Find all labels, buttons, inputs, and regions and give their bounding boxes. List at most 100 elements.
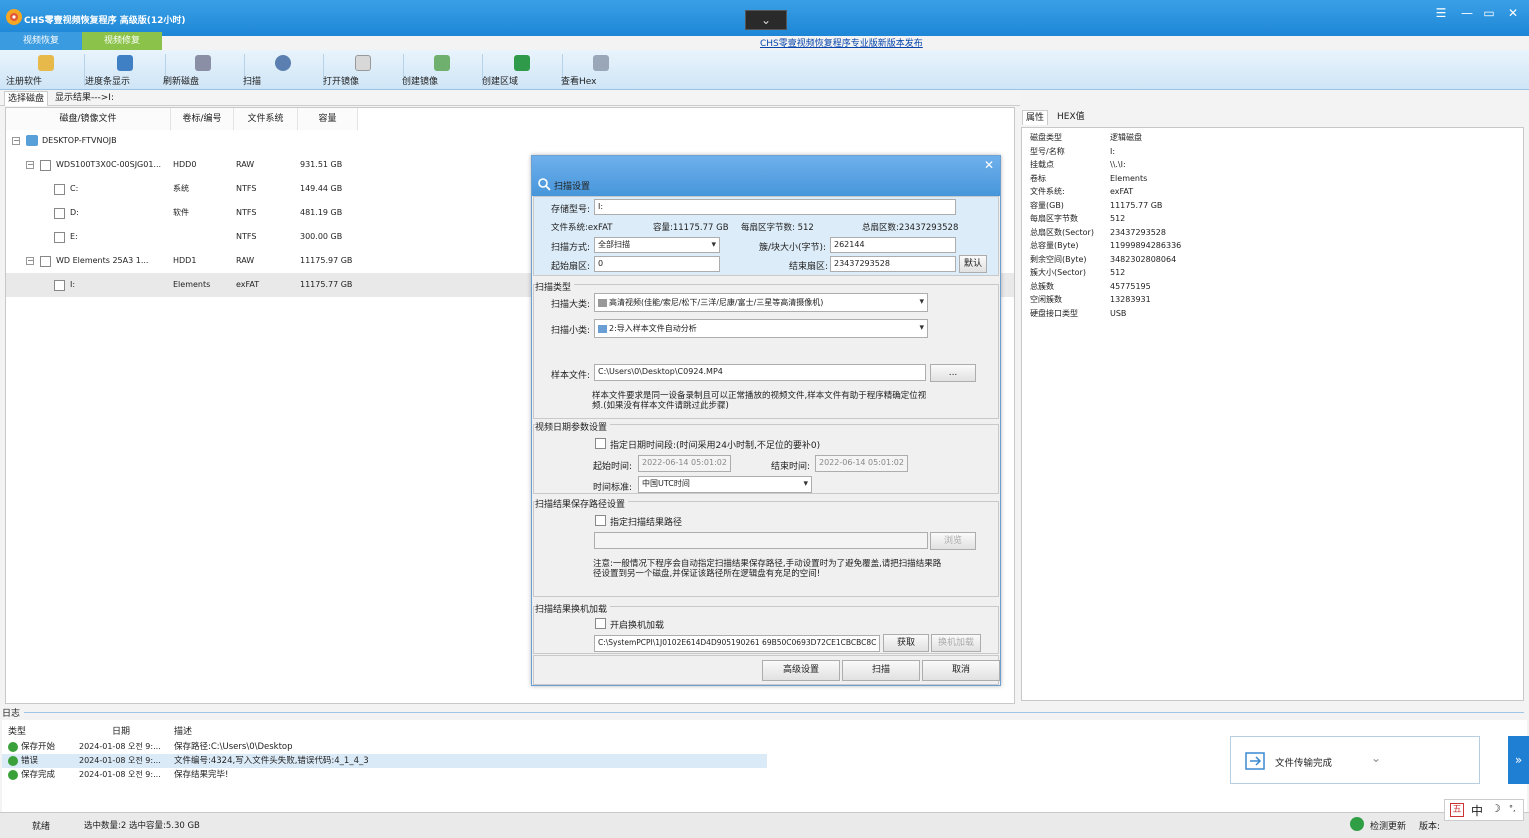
col-header-label[interactable]: 卷标/编号 <box>171 108 234 130</box>
property-value: 11175.77 GB <box>1110 200 1163 210</box>
disk-refresh-icon <box>195 55 211 71</box>
log-col-desc[interactable]: 描述 <box>174 724 192 737</box>
scan-type-section: 扫描类型 扫描大类: 高清视频(佳能/索尼/松下/三洋/尼康/富士/三星等高清摄… <box>533 280 999 419</box>
property-row: 每扇区字节数 512 <box>1028 212 1518 226</box>
key-icon <box>38 55 54 71</box>
row-checkbox[interactable] <box>40 256 51 267</box>
result-path-note: 注意:一般情况下程序会自动指定扫描结果保存路径,手动设置时为了避免覆盖,请把扫描… <box>593 559 942 579</box>
punctuation-icon[interactable]: °, <box>1509 804 1516 813</box>
advanced-settings-button[interactable]: 高级设置 <box>762 660 840 681</box>
default-button[interactable]: 默认 <box>959 255 987 273</box>
result-path-header: 扫描结果保存路径设置 <box>535 497 629 510</box>
col-header-size[interactable]: 容量 <box>298 108 358 130</box>
scan-mode-select[interactable]: 全部扫描 <box>594 237 720 253</box>
row-checkbox[interactable] <box>40 160 51 171</box>
property-row: 硬盘接口类型 USB <box>1028 307 1518 321</box>
col-header-fs[interactable]: 文件系统 <box>234 108 298 130</box>
ime-chinese-mode[interactable]: 中 <box>1471 802 1483 819</box>
tab-select-disk[interactable]: 选择磁盘 <box>4 91 49 106</box>
row-checkbox[interactable] <box>54 184 65 195</box>
major-type-label: 扫描大类: <box>551 300 591 310</box>
create-region-button[interactable]: 创建区域 <box>482 50 562 90</box>
sub-tab-bar: 选择磁盘 显示结果--->I: <box>0 90 1020 106</box>
file-transfer-toast[interactable]: 文件传输完成 ⌄ <box>1230 736 1480 784</box>
storage-field[interactable]: I: <box>594 199 956 215</box>
create-image-button[interactable]: 创建镜像 <box>402 50 482 90</box>
get-button[interactable]: 获取 <box>883 634 929 652</box>
tab-properties[interactable]: 属性 <box>1022 110 1049 125</box>
row-size: 11175.77 GB <box>300 280 353 289</box>
log-row[interactable]: 错误 2024-01-08 오전 9:... 文件编号:4324,写入文件头失败,错… <box>2 754 767 768</box>
major-type-select[interactable]: 高清视频(佳能/索尼/松下/三洋/尼康/富士/三星等高清摄像机) <box>594 293 928 312</box>
property-key: 簇大小(Sector) <box>1030 268 1086 277</box>
collapse-icon[interactable]: − <box>26 161 34 169</box>
minor-type-select[interactable]: 2:导入样本文件自动分析 <box>594 319 928 338</box>
row-checkbox[interactable] <box>54 208 65 219</box>
menu-icon[interactable]: ☰ <box>1432 6 1450 20</box>
restore-icon[interactable]: ▭ <box>1480 6 1498 20</box>
row-fs: exFAT <box>236 280 260 289</box>
tree-row-computer[interactable]: − DESKTOP-FTVNOJB <box>6 129 1014 153</box>
result-path-field[interactable] <box>594 532 928 549</box>
load-button[interactable]: 换机加载 <box>931 634 981 652</box>
sample-file-field[interactable]: C:\Users\0\Desktop\C0924.MP4 <box>594 364 926 381</box>
property-key: 总簇数 <box>1030 281 1054 291</box>
row-name: D: <box>70 208 79 217</box>
tab-video-repair[interactable]: 视频修复 <box>82 32 162 50</box>
tab-video-recover[interactable]: 视频恢复 <box>0 32 82 50</box>
cluster-size-field[interactable]: 262144 <box>830 237 956 253</box>
date-end-field[interactable]: 2022-06-14 05:01:02 <box>815 455 908 472</box>
end-sector-field[interactable]: 23437293528 <box>830 256 956 272</box>
chevron-down-icon[interactable]: ⌄ <box>1371 751 1381 765</box>
date-range-checkbox[interactable] <box>595 438 606 449</box>
minimize-icon[interactable]: — <box>1458 6 1476 20</box>
collapse-icon[interactable]: − <box>12 137 20 145</box>
refresh-disk-button[interactable]: 刷新磁盘 <box>163 50 243 90</box>
row-checkbox[interactable] <box>54 232 65 243</box>
collapse-toggle-button[interactable]: ⌄ <box>745 10 787 30</box>
row-checkbox[interactable] <box>54 280 65 291</box>
new-version-link[interactable]: CHS零壹视频恢复程序专业版新版本发布 <box>760 36 923 49</box>
result-path-checkbox[interactable] <box>595 515 606 526</box>
load-checkbox[interactable] <box>595 618 606 629</box>
check-update-link[interactable]: 检测更新 <box>1370 819 1406 832</box>
hex-icon <box>593 55 609 71</box>
result-path-browse-button[interactable]: 浏览 <box>930 532 976 550</box>
property-key: 卷标 <box>1030 173 1046 183</box>
col-header-disk[interactable]: 磁盘/镜像文件 <box>6 108 171 130</box>
dialog-close-icon[interactable]: ✕ <box>984 158 994 172</box>
scan-button[interactable]: 扫描 <box>842 660 920 681</box>
moon-icon[interactable]: ☽ <box>1491 802 1501 815</box>
property-key: 磁盘类型 <box>1030 133 1062 142</box>
result-path-section: 扫描结果保存路径设置 指定扫描结果路径 浏览 注意:一般情况下程序会自动指定扫描… <box>533 497 999 597</box>
tab-show-results[interactable]: 显示结果--->I: <box>52 91 117 106</box>
row-fs: RAW <box>236 256 255 265</box>
date-start-field[interactable]: 2022-06-14 05:01:02 <box>638 455 731 472</box>
open-image-button[interactable]: 打开镜像 <box>323 50 403 90</box>
property-value: \\.\I: <box>1110 160 1126 169</box>
log-row[interactable]: 保存完成 2024-01-08 오전 9:... 保存结果完毕! <box>2 768 767 782</box>
cancel-button[interactable]: 取消 <box>922 660 1000 681</box>
view-hex-button[interactable]: 查看Hex <box>561 50 641 90</box>
tab-hex-value[interactable]: HEX值 <box>1054 110 1088 125</box>
log-row[interactable]: 保存开始 2024-01-08 오전 9:... 保存路径:C:\Users\0\D… <box>2 740 767 754</box>
progress-display-button[interactable]: 进度条显示 <box>85 50 165 90</box>
timezone-select[interactable]: 中国UTC时间 <box>638 476 812 493</box>
row-name: DESKTOP-FTVNOJB <box>42 136 117 145</box>
start-sector-field[interactable]: 0 <box>594 256 720 272</box>
status-bar: 就绪 选中数量:2 选中容量:5.30 GB 检测更新 版本: 五 中 ☽ °, <box>0 799 1529 838</box>
close-icon[interactable]: ✕ <box>1504 6 1522 20</box>
register-button[interactable]: 注册软件 <box>6 50 86 90</box>
log-col-date[interactable]: 日期 <box>112 724 130 737</box>
load-path-field[interactable]: C:\SystemPCPI\1J0102E614D4D905190261 69B… <box>594 635 880 652</box>
ime-bar[interactable]: 五 中 ☽ °, <box>1444 799 1524 821</box>
properties-panel: 磁盘类型 逻辑磁盘 型号/名称 I: 挂载点 \\.\I: 卷标 Elements 文件系统: e… <box>1021 127 1524 701</box>
collapse-icon[interactable]: − <box>26 257 34 265</box>
log-col-type[interactable]: 类型 <box>8 724 26 737</box>
expand-panel-icon[interactable]: » <box>1508 736 1529 784</box>
load-header: 扫描结果换机加载 <box>535 602 611 615</box>
sample-browse-button[interactable]: ... <box>930 364 976 382</box>
file-open-icon <box>355 55 371 71</box>
minor-type-value: 2:导入样本文件自动分析 <box>609 324 697 333</box>
scan-toolbar-button[interactable]: 扫描 <box>243 50 323 90</box>
